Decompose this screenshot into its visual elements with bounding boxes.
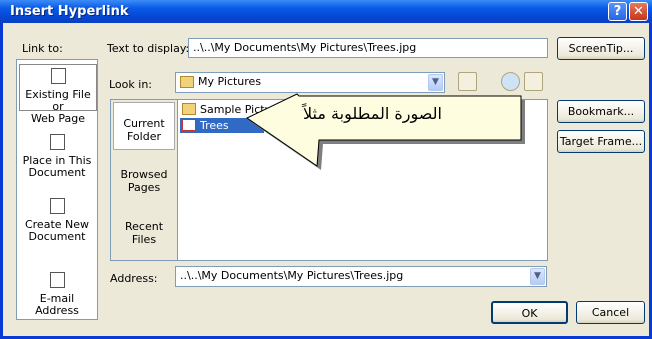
tab-label: Recent	[124, 220, 164, 233]
link-to-place-in-document[interactable]: Place in This Document	[19, 134, 95, 179]
window-title: Insert Hyperlink	[10, 4, 129, 19]
link-to-create-new-document[interactable]: Create New Document	[19, 198, 95, 243]
document-place-icon	[49, 134, 65, 150]
tab-label: Browsed	[120, 168, 168, 181]
ok-button[interactable]: OK	[491, 301, 568, 324]
target-frame-button[interactable]: Target Frame...	[557, 130, 645, 153]
bookmark-button[interactable]: Bookmark...	[557, 100, 645, 123]
address-label: Address:	[110, 272, 158, 285]
folder-icon	[182, 103, 196, 115]
folder-icon	[180, 76, 194, 88]
cancel-button[interactable]: Cancel	[576, 301, 645, 324]
link-to-existing-file[interactable]: Existing File or Web Page	[19, 64, 97, 125]
insert-hyperlink-dialog: Insert Hyperlink ? ✕ Link to: Existing F…	[0, 0, 652, 339]
link-to-label: Link to:	[22, 42, 63, 55]
link-to-panel: Existing File or Web Page Place in This …	[16, 59, 98, 320]
image-file-icon	[182, 119, 196, 131]
tab-label: Pages	[127, 181, 161, 194]
tab-recent-files[interactable]: Recent Files	[113, 220, 175, 250]
link-item-label: Document	[28, 230, 86, 243]
link-item-label: Document	[28, 166, 86, 179]
close-button[interactable]: ✕	[629, 2, 648, 21]
screentip-button[interactable]: ScreenTip...	[557, 37, 645, 60]
web-page-icon	[50, 68, 66, 84]
email-icon	[49, 272, 65, 288]
link-item-label: Web Page	[30, 112, 86, 125]
help-button[interactable]: ?	[608, 2, 627, 21]
tab-current-folder[interactable]: Current Folder	[113, 102, 175, 150]
address-value: ..\..\My Documents\My Pictures\Trees.jpg	[180, 269, 404, 282]
tab-label: Folder	[127, 130, 161, 143]
address-input[interactable]: ..\..\My Documents\My Pictures\Trees.jpg…	[175, 266, 547, 287]
file-name: Trees	[200, 119, 229, 132]
text-to-display-label: Text to display:	[107, 42, 190, 55]
browse-tabs: Current Folder Browsed Pages Recent File…	[110, 99, 177, 261]
link-item-label: Existing File or	[25, 88, 91, 113]
link-to-email-address[interactable]: E-mail Address	[19, 272, 95, 317]
callout-text: الصورة المطلوبة مثلاً	[303, 104, 442, 123]
tab-label: Current	[123, 117, 165, 130]
look-in-value: My Pictures	[198, 75, 262, 88]
new-document-icon	[49, 198, 65, 214]
title-bar: Insert Hyperlink ? ✕	[0, 0, 652, 23]
tab-label: Files	[131, 233, 157, 246]
callout-shape	[246, 93, 525, 170]
text-to-display-input[interactable]: ..\..\My Documents\My Pictures\Trees.jpg	[188, 38, 548, 58]
look-in-label: Look in:	[109, 78, 152, 91]
tab-browsed-pages[interactable]: Browsed Pages	[113, 168, 175, 198]
chevron-down-icon[interactable]: ▼	[530, 268, 545, 285]
link-item-label: E-mail Address	[35, 292, 79, 317]
